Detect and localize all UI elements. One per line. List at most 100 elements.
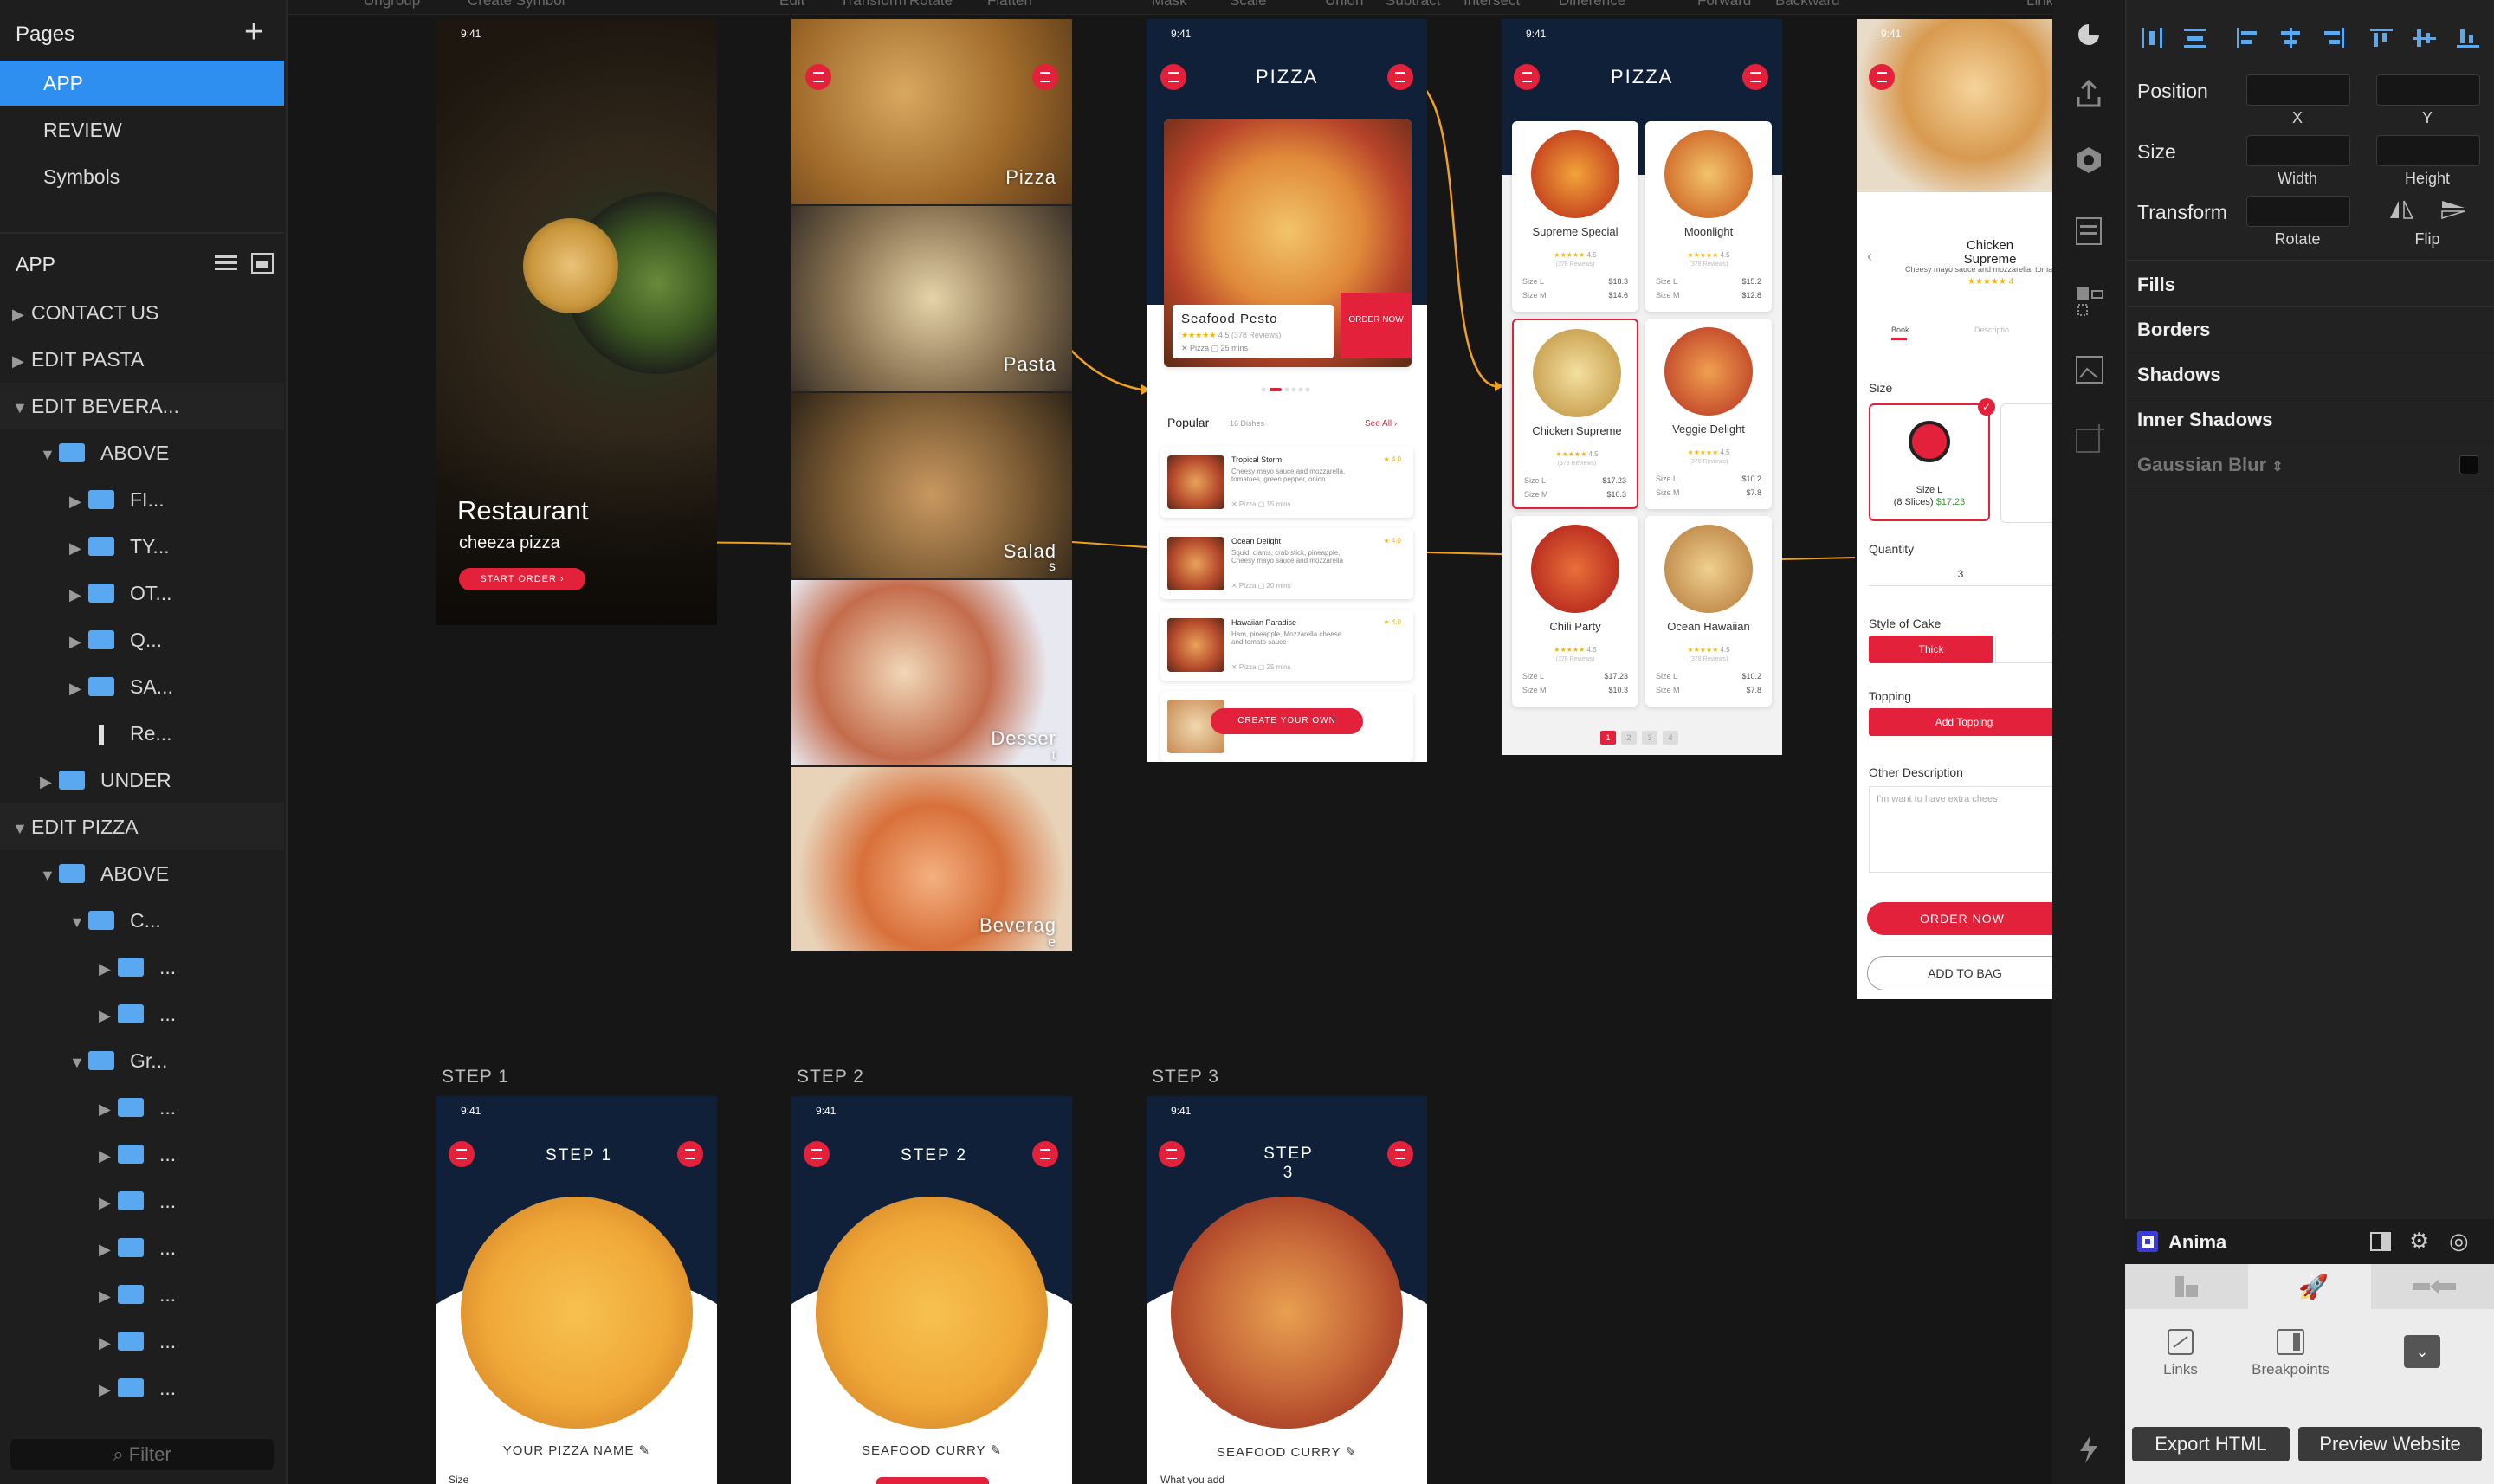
disclosure-icon[interactable]: ▼ — [12, 384, 31, 431]
artboard-step2[interactable]: 9:41 STEP 2 SEAFOOD CURRY ✎ — [791, 1096, 1072, 1484]
page-item-app[interactable]: APP — [0, 61, 284, 106]
preview-website-button[interactable]: Preview Website — [2298, 1427, 2482, 1461]
style-option-thin[interactable] — [1995, 636, 2052, 663]
cart-icon[interactable] — [1387, 1141, 1413, 1167]
artboard-step3[interactable]: 9:41 STEP 3 SEAFOOD CURRY ✎ What you add — [1147, 1096, 1427, 1484]
disclosure-icon[interactable]: ▶ — [99, 992, 118, 1039]
toolbar-label[interactable]: Flatten — [987, 0, 1032, 10]
toolbar-label[interactable]: Edit — [779, 0, 804, 10]
other-desc-input[interactable]: I'm want to have extra chees — [1869, 786, 2052, 873]
image-icon[interactable] — [2075, 355, 2104, 384]
artboard-categories[interactable]: Pizza Pasta Salad s Desser t Beverag e — [791, 19, 1072, 951]
layer-row[interactable]: ▶... — [0, 1224, 284, 1271]
disclosure-icon[interactable]: ▶ — [99, 1179, 118, 1226]
layer-row[interactable]: ▼ ABOVE — [0, 429, 284, 476]
disclosure-icon[interactable]: ▶ — [69, 571, 88, 618]
toolbar-label[interactable]: Rotate — [909, 0, 953, 10]
artboard-step1[interactable]: 9:41 STEP 1 YOUR PIZZA NAME ✎ Size — [436, 1096, 717, 1484]
gaussian-blur-checkbox[interactable] — [2459, 455, 2478, 474]
popular-item[interactable]: Ocean Delight ★ 4.0 Squid, clams, crab s… — [1160, 528, 1413, 599]
artboard-pizza-grid[interactable]: 9:41 PIZZA Supreme Special ★★★★★ 4.5 (37… — [1502, 19, 1782, 755]
back-icon[interactable] — [804, 1141, 830, 1167]
distribute-vertical-icon[interactable] — [2182, 26, 2208, 50]
layer-row[interactable]: Re... — [0, 710, 284, 757]
layer-row[interactable]: ▶... — [0, 990, 284, 1037]
create-your-own-button[interactable]: CREATE YOUR OWN — [1211, 708, 1363, 734]
hexagon-icon[interactable] — [2075, 145, 2103, 175]
category-label-dessert[interactable]: Desser — [991, 727, 1056, 750]
disclosure-icon[interactable]: ▶ — [69, 478, 88, 525]
plugin-logo-icon[interactable] — [2077, 23, 2101, 47]
page-dot[interactable]: 3 — [1642, 731, 1657, 745]
layer-row[interactable]: ▼ EDIT BEVERA... — [0, 383, 284, 429]
back-icon[interactable] — [1159, 1141, 1185, 1167]
align-right-icon[interactable] — [2321, 26, 2347, 50]
grid-icon[interactable] — [2075, 286, 2104, 319]
toolbar-label[interactable]: Link — [2026, 0, 2052, 10]
popular-item[interactable]: Tropical Storm ★ 4.0 Cheesy mayo sauce a… — [1160, 447, 1413, 518]
filter-input[interactable]: ⌕ Filter — [10, 1439, 274, 1470]
pizza-grid-cell[interactable]: Chicken Supreme ★★★★★ 4.5 (378 Reviews) … — [1512, 319, 1638, 509]
artboard-pizza-list[interactable]: 9:41 PIZZA Seafood Pesto ★★★★★ 4.5 (378 … — [1147, 19, 1427, 762]
menu-icon[interactable] — [805, 64, 831, 90]
cart-icon[interactable] — [1032, 1141, 1058, 1167]
pizza-name-field[interactable]: SEAFOOD CURRY ✎ — [791, 1442, 1072, 1458]
layer-row[interactable]: ▶... — [0, 1131, 284, 1178]
layer-row[interactable]: ▶ UNDER — [0, 757, 284, 803]
cart-icon[interactable] — [1032, 64, 1058, 90]
disclosure-icon[interactable]: ▼ — [12, 805, 31, 852]
toolbar-label[interactable]: Ungroup — [364, 0, 420, 10]
layer-row[interactable]: ▼ C... — [0, 897, 284, 944]
cart-icon[interactable] — [1742, 64, 1768, 90]
size-option-l[interactable]: Size L (8 Slices) $17.23 ✓ — [1869, 398, 1995, 521]
align-top-icon[interactable] — [2368, 26, 2394, 50]
menu-icon[interactable] — [1869, 64, 1895, 90]
artboard-view-icon[interactable] — [251, 253, 274, 274]
list-view-icon[interactable] — [215, 255, 237, 272]
links-button[interactable]: Links — [2146, 1328, 2215, 1378]
page-dot[interactable]: 1 — [1600, 731, 1616, 745]
disclosure-icon[interactable]: ▶ — [99, 1319, 118, 1366]
order-now-button[interactable]: ORDER NOW — [1341, 293, 1412, 358]
cart-icon[interactable] — [677, 1141, 703, 1167]
rotate-input[interactable] — [2246, 196, 2350, 227]
layer-row[interactable]: ▶ SA... — [0, 663, 284, 710]
disclosure-icon[interactable]: ▼ — [40, 431, 59, 478]
pizza-grid-cell[interactable]: Chili Party ★★★★★ 4.5 (378 Reviews) Size… — [1512, 516, 1638, 707]
width-input[interactable] — [2246, 135, 2350, 166]
tab-connect[interactable] — [2373, 1264, 2494, 1309]
page-dot[interactable]: 2 — [1621, 731, 1637, 745]
featured-card[interactable]: Seafood Pesto ★★★★★ 4.5 (378 Reviews) ✕ … — [1164, 119, 1412, 367]
disclosure-icon[interactable]: ▶ — [99, 1273, 118, 1319]
layer-row[interactable]: ▶ CONTACT US — [0, 289, 284, 336]
pizza-grid-cell[interactable]: Moonlight ★★★★★ 4.5 (378 Reviews) Size L… — [1645, 121, 1772, 312]
add-page-icon[interactable]: + — [244, 16, 263, 48]
toolbar-label[interactable]: Union — [1325, 0, 1363, 10]
toolbar-label[interactable]: Transform — [840, 0, 907, 10]
layer-row[interactable]: ▶ OT... — [0, 570, 284, 616]
settings-gear-icon[interactable]: ⚙ — [2409, 1228, 2429, 1255]
back-icon[interactable]: ‹ — [1867, 248, 1872, 266]
disclosure-icon[interactable]: ▶ — [99, 1226, 118, 1273]
artboard-splash[interactable]: 9:41 Restaurant cheeza pizza START ORDER… — [436, 19, 717, 625]
category-label-pasta[interactable]: Pasta — [1004, 353, 1056, 376]
layer-row[interactable]: ▶ Q... — [0, 616, 284, 663]
disclosure-icon[interactable]: ▶ — [12, 291, 31, 338]
layer-row[interactable]: ▼ EDIT PIZZA — [0, 803, 284, 850]
layer-row[interactable]: ▶... — [0, 1084, 284, 1131]
distribute-horizontal-icon[interactable] — [2139, 26, 2165, 50]
disclosure-icon[interactable]: ▶ — [69, 665, 88, 712]
toolbar-label[interactable]: Backward — [1775, 0, 1840, 10]
tab-layout[interactable] — [2125, 1264, 2246, 1309]
pizza-grid-cell[interactable]: Ocean Hawaiian ★★★★★ 4.5 (378 Reviews) S… — [1645, 516, 1772, 707]
align-left-icon[interactable] — [2234, 26, 2260, 50]
pizza-grid-cell[interactable]: Supreme Special ★★★★★ 4.5 (378 Reviews) … — [1512, 121, 1638, 312]
toolbar-label[interactable]: Difference — [1559, 0, 1625, 10]
layer-row[interactable]: ▶... — [0, 1318, 284, 1365]
layer-row[interactable]: ▼ ABOVE — [0, 850, 284, 897]
style-option-thick[interactable]: Thick — [1869, 636, 1993, 663]
position-x-input[interactable] — [2246, 74, 2350, 106]
lightning-icon[interactable] — [2078, 1434, 2099, 1465]
help-icon[interactable]: ◎ — [2449, 1228, 2469, 1255]
page-dot[interactable]: 4 — [1663, 731, 1678, 745]
